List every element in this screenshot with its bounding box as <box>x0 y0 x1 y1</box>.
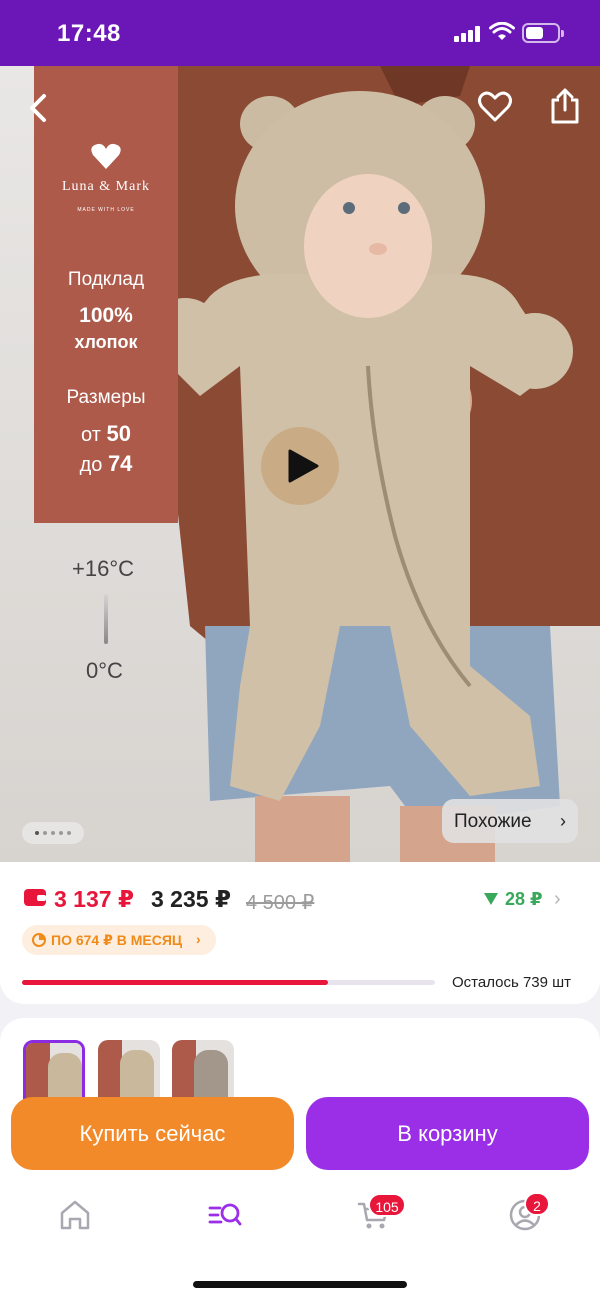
temperature-scale <box>104 594 108 644</box>
status-bar: 17:48 <box>0 0 600 66</box>
sizes-label: Размеры <box>66 387 146 408</box>
brand-info-panel: Luna & Mark MADE WITH LOVE Подклад 100% … <box>34 66 178 523</box>
battery-icon <box>522 23 564 43</box>
installment-pie-icon <box>32 933 46 947</box>
size-to: до 74 <box>79 451 133 476</box>
size-from: от 50 <box>81 421 131 446</box>
cart-badge: 105 <box>368 1193 406 1217</box>
regular-price: 3 235 ₽ <box>151 886 231 912</box>
favorite-heart-icon[interactable] <box>476 88 514 126</box>
add-to-cart-button[interactable]: В корзину <box>306 1097 589 1170</box>
lining-label: Подклад <box>67 269 145 290</box>
chevron-right-icon[interactable]: › <box>554 888 561 911</box>
wifi-icon <box>489 22 515 40</box>
price-drop[interactable]: 28 ₽ <box>505 889 543 910</box>
lining-material: хлопок <box>74 332 138 352</box>
wallet-icon <box>24 889 46 906</box>
bottom-navigation: 105 2 <box>0 1180 600 1297</box>
chevron-right-icon: › <box>196 931 201 947</box>
home-indicator <box>193 1281 407 1288</box>
gallery-dot <box>67 831 71 835</box>
chevron-right-icon: › <box>560 811 566 831</box>
profile-badge: 2 <box>524 1192 550 1216</box>
product-image-gallery[interactable]: Luna & Mark MADE WITH LOVE Подклад 100% … <box>0 66 600 866</box>
product-page: 17:48 Luna & Mark MADE WITH LOVE Подклад… <box>0 0 600 1297</box>
price-card: 3 137 ₽ 3 235 ₽ 4 500 ₽ 28 ₽ › ПО 674 ₽ … <box>0 862 600 1004</box>
gallery-dot <box>35 831 39 835</box>
similar-label: Похожие <box>454 811 532 832</box>
brand-tagline: MADE WITH LOVE <box>77 207 135 213</box>
installment-text: ПО 674 ₽ В МЕСЯЦ <box>51 932 183 948</box>
buy-now-button[interactable]: Купить сейчас <box>11 1097 294 1170</box>
stock-progress-bar <box>22 980 435 985</box>
gallery-pagination-dots <box>22 822 84 844</box>
price-down-triangle-icon <box>484 893 498 905</box>
temperature-high: +16°C <box>72 556 135 581</box>
installment-badge[interactable]: ПО 674 ₽ В МЕСЯЦ › <box>22 925 216 955</box>
cellular-signal-icon <box>454 26 480 42</box>
play-icon <box>288 449 319 483</box>
wallet-price: 3 137 ₽ <box>54 886 134 912</box>
gallery-dot <box>43 831 47 835</box>
share-icon[interactable] <box>545 86 585 126</box>
play-video-button[interactable] <box>261 427 339 505</box>
status-time: 17:48 <box>57 20 121 47</box>
gallery-dot <box>59 831 63 835</box>
catalog-search-icon[interactable] <box>208 1198 242 1232</box>
brand-name: Luna & Mark <box>62 179 150 194</box>
home-icon[interactable] <box>58 1198 92 1232</box>
stock-progress-fill <box>22 980 328 985</box>
temperature-low: 0°C <box>86 658 123 683</box>
lining-value: 100% <box>79 304 133 327</box>
similar-products-button[interactable]: Похожие › <box>442 799 578 843</box>
old-price: 4 500 ₽ <box>246 892 315 914</box>
back-arrow-icon[interactable] <box>20 90 56 126</box>
stock-remaining: Осталось 739 шт <box>452 974 572 991</box>
brand-heart-logo <box>91 143 121 169</box>
gallery-dot <box>51 831 55 835</box>
